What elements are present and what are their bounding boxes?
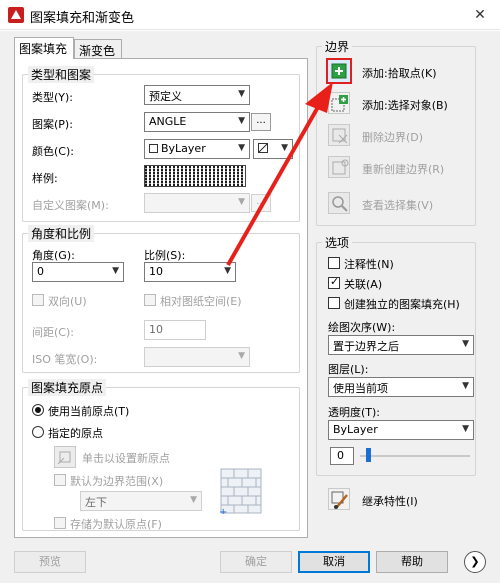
annotation-arrow-overlay: [226, 82, 333, 266]
tab-hatch[interactable]: 图案填充: [14, 37, 74, 59]
annotation-arrow-line: [226, 99, 324, 266]
annotation-arrowhead-icon: [305, 82, 333, 113]
